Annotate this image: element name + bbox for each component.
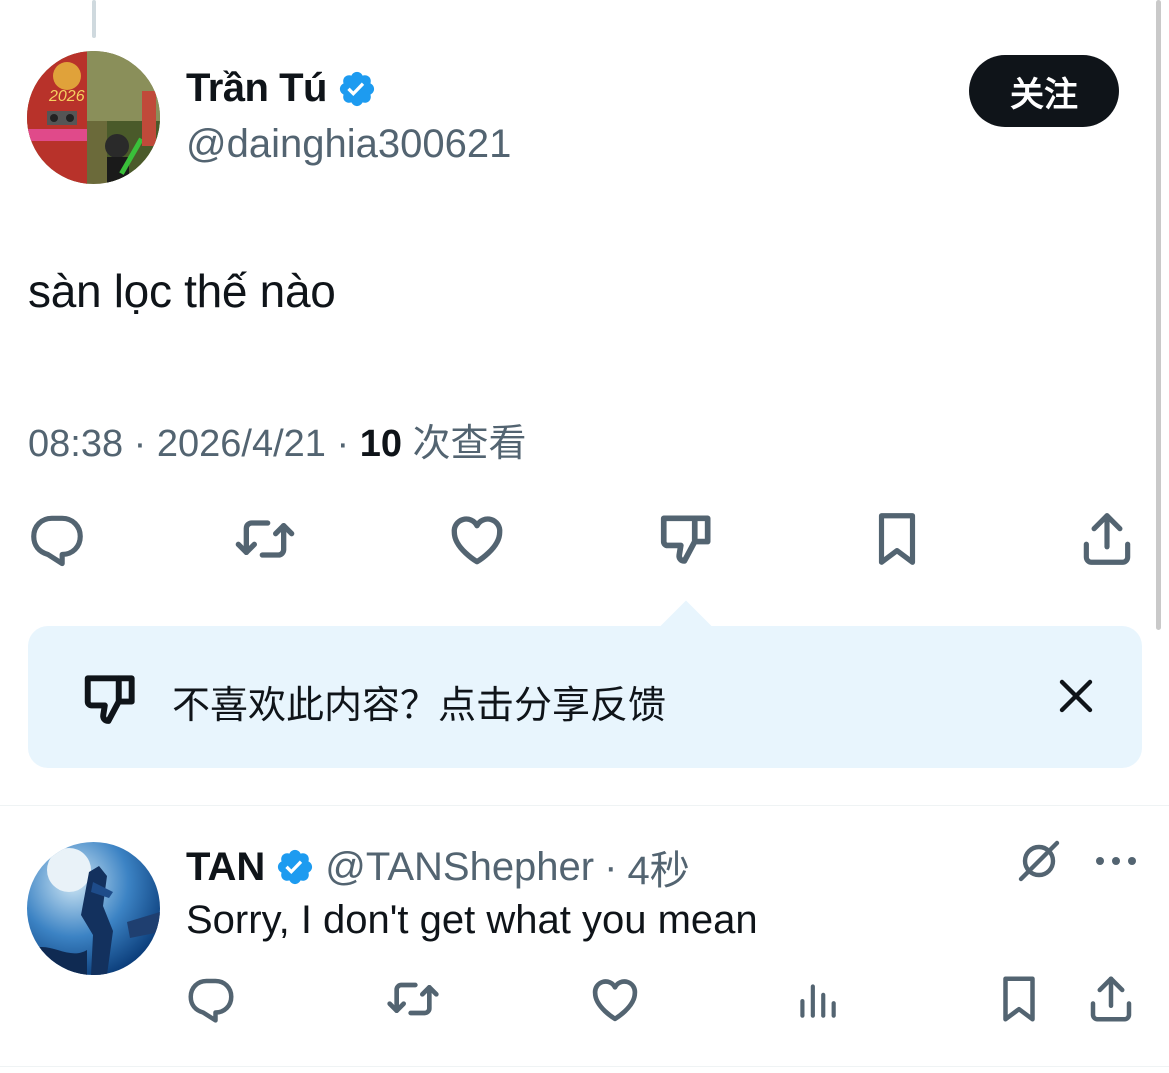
reply-like-button[interactable] — [586, 970, 644, 1028]
like-icon — [592, 979, 638, 1022]
share-button[interactable] — [1074, 506, 1140, 572]
reply-icon — [188, 978, 234, 1023]
views-label: 次查看 — [402, 423, 527, 465]
reply-views-button[interactable] — [788, 970, 846, 1028]
meta-separator: · — [123, 423, 157, 465]
verified-badge-icon — [275, 847, 315, 887]
grok-icon — [1018, 840, 1060, 882]
bookmark-button[interactable] — [864, 506, 930, 572]
reply-author-handle[interactable]: @TANShepher — [325, 845, 594, 890]
close-icon[interactable] — [1052, 672, 1100, 725]
dislike-button[interactable] — [654, 506, 720, 572]
retweet-icon — [235, 520, 295, 558]
reply-author-name[interactable]: TAN — [186, 845, 265, 890]
verified-badge-icon — [337, 69, 377, 109]
more-button[interactable] — [1092, 840, 1140, 882]
feedback-text[interactable]: 不喜欢此内容？点击分享反馈 — [172, 674, 666, 729]
share-icon — [1083, 513, 1131, 565]
reply-bookmark-button[interactable] — [990, 970, 1048, 1028]
reply-reply-button[interactable] — [182, 970, 240, 1028]
views-count: 10 — [359, 423, 402, 465]
bookmark-icon — [878, 513, 916, 565]
divider — [0, 1066, 1169, 1067]
views-icon — [800, 984, 836, 1018]
reply-age[interactable]: 4秒 — [627, 838, 689, 896]
author-name-text[interactable]: Trần Tú — [186, 66, 327, 111]
dislike-icon — [80, 668, 142, 735]
retweet-icon — [387, 982, 439, 1016]
thread-connector-line — [92, 0, 96, 38]
follow-button[interactable]: 关注 — [969, 55, 1119, 127]
grok-button[interactable] — [1012, 834, 1066, 888]
bookmark-icon — [1003, 976, 1035, 1022]
tweet-meta: 08:38 · 2026/4/21 · 10 次查看 — [28, 412, 527, 467]
tweet-text: sàn lọc thế nào — [28, 265, 336, 317]
reply-text: Sorry, I don't get what you mean — [186, 898, 758, 942]
reply-share-button[interactable] — [1082, 970, 1140, 1028]
dislike-icon — [660, 515, 711, 564]
avatar-year-text: 2026 — [48, 88, 85, 105]
more-icon — [1096, 857, 1136, 865]
author-handle[interactable]: @dainghia300621 — [186, 122, 511, 167]
scrollbar[interactable] — [1156, 0, 1161, 630]
reply-author-avatar[interactable] — [27, 842, 160, 975]
retweet-button[interactable] — [232, 506, 298, 572]
meta-separator: · — [604, 844, 618, 889]
reply-header: TAN @TANShepher · 4秒 — [186, 838, 690, 896]
tweet-time[interactable]: 08:38 — [28, 423, 123, 465]
author-name[interactable]: Trần Tú — [186, 66, 377, 111]
reply-icon — [31, 515, 83, 567]
reply-button[interactable] — [24, 506, 90, 572]
reply-retweet-button[interactable] — [384, 970, 442, 1028]
tweet-date[interactable]: 2026/4/21 — [157, 423, 326, 465]
feedback-banner[interactable]: 不喜欢此内容？点击分享反馈 — [28, 626, 1142, 768]
like-icon — [451, 516, 503, 565]
divider — [0, 805, 1169, 806]
author-avatar[interactable]: 2026 — [27, 51, 160, 184]
like-button[interactable] — [444, 506, 510, 572]
meta-separator-2: · — [325, 423, 360, 465]
share-icon — [1090, 976, 1132, 1022]
